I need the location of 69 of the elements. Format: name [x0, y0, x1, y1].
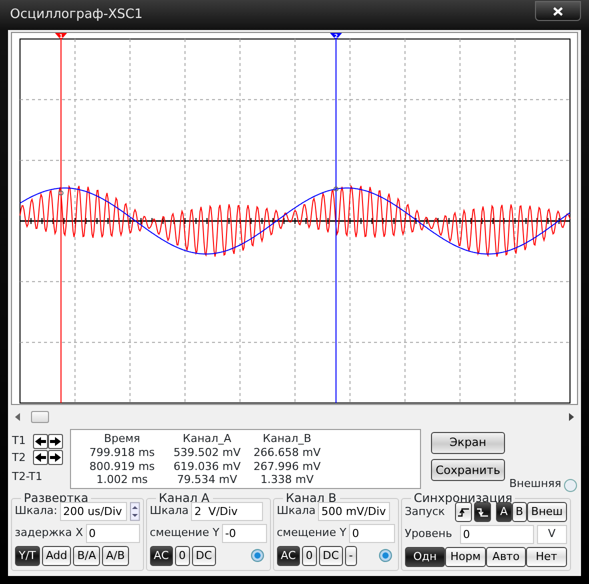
action-button[interactable]: Экран — [430, 432, 506, 454]
readout-value: 800.919 ms — [88, 460, 156, 474]
value-field[interactable]: 2 V/Div — [191, 502, 264, 521]
close-button[interactable] — [535, 1, 581, 21]
value-field[interactable]: 200 us/Div — [60, 502, 128, 521]
difference-label: T2-T1 — [12, 468, 44, 485]
close-icon — [553, 6, 563, 16]
cursor-left-button[interactable] — [32, 434, 48, 449]
field-label: Уровень — [404, 526, 452, 542]
readout-value: 1.002 ms — [95, 474, 149, 488]
column-header: Канал_A — [182, 433, 232, 447]
value-field[interactable]: 500 mV/Div — [318, 502, 390, 521]
readout-value: 799.918 ms — [88, 446, 156, 460]
mode-button[interactable]: AC — [276, 546, 300, 566]
action-button[interactable]: Сохранить — [430, 459, 506, 482]
value-field[interactable]: -0 — [222, 524, 267, 543]
field-label: смещение Y — [276, 525, 346, 541]
field-label: смещение Y — [150, 525, 220, 541]
field-label: Запуск — [404, 504, 445, 520]
field-label: Шкала: — [14, 503, 58, 519]
readout-value: 266.658 mV — [252, 446, 322, 460]
mode-button[interactable]: 0 — [302, 546, 317, 566]
level-field[interactable]: 0 — [460, 524, 534, 544]
mode-button[interactable]: A/B — [102, 546, 129, 566]
value-field[interactable]: 0 — [86, 524, 140, 543]
external-label: Внешняя — [509, 476, 562, 492]
window-title: Осциллограф-XSC1 — [10, 6, 143, 24]
mode-button[interactable]: DC — [192, 546, 216, 566]
spinner-icon[interactable] — [130, 502, 140, 521]
mode-button[interactable]: DC — [318, 546, 343, 566]
cursor-label: T1 — [12, 433, 27, 449]
readout-value: 539.502 mV — [172, 446, 242, 460]
value-field[interactable]: 0 — [349, 524, 395, 543]
channel-radio[interactable] — [251, 549, 264, 562]
falling-edge-icon — [477, 506, 488, 518]
mode-button[interactable]: Норм — [445, 546, 486, 567]
mode-button[interactable]: 0 — [174, 546, 190, 566]
field-label: Шкала — [276, 503, 316, 519]
mode-button[interactable]: - — [344, 546, 357, 566]
cursor-line[interactable] — [330, 33, 342, 404]
mode-button[interactable]: Add — [42, 546, 72, 566]
readout-value: 267.996 mV — [252, 460, 322, 474]
field-label: задержка X — [14, 525, 84, 541]
source-button[interactable]: Внеш — [527, 502, 567, 522]
mode-button[interactable]: AC — [150, 546, 173, 566]
column-header: Время — [102, 433, 142, 447]
column-header: Канал_B — [262, 433, 312, 447]
mode-button[interactable]: Y/T — [14, 546, 40, 566]
cursor-right-button[interactable] — [48, 434, 63, 449]
mode-button[interactable]: B/A — [73, 546, 100, 566]
scroll-left-icon[interactable] — [15, 413, 20, 421]
cursor-label: T2 — [12, 450, 27, 466]
field-label: Шкала — [150, 503, 189, 519]
source-button[interactable]: B — [512, 502, 528, 522]
readout-value: 1.338 mV — [259, 474, 315, 488]
unit-label: V — [536, 524, 567, 544]
cursor-left-button[interactable] — [32, 450, 48, 466]
mode-button[interactable]: Авто — [486, 546, 526, 567]
scroll-right-icon[interactable] — [569, 413, 574, 421]
channel-radio[interactable] — [379, 549, 392, 562]
rising-edge-icon — [458, 506, 470, 518]
mode-button[interactable]: Одн — [404, 546, 446, 567]
readout-value: 619.036 mV — [172, 460, 242, 474]
scrollbar-thumb[interactable] — [31, 411, 49, 423]
external-radio[interactable] — [564, 479, 577, 492]
readout-value: 79.534 mV — [176, 474, 238, 488]
cursor-right-button[interactable] — [48, 450, 63, 466]
cursor-line[interactable] — [55, 33, 67, 404]
mode-button[interactable]: Нет — [526, 546, 567, 567]
